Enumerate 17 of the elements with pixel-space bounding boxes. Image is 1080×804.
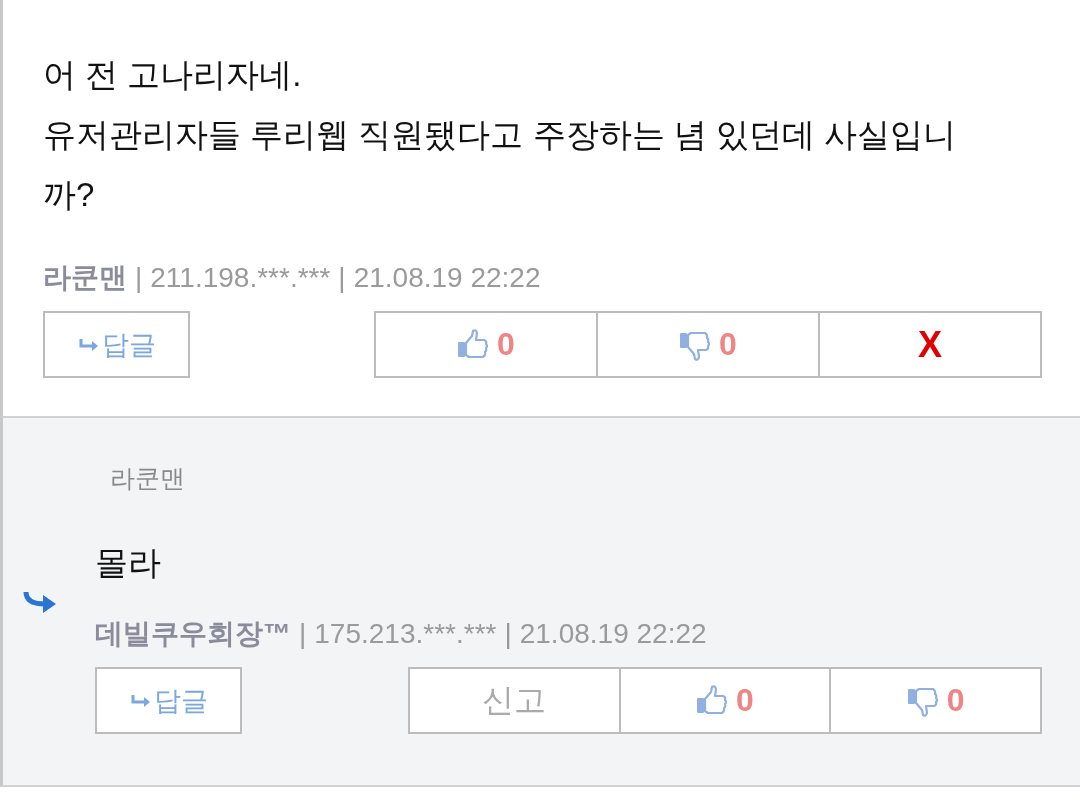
quoted-author: 라쿤맨	[110, 463, 186, 494]
reply-arrow-icon	[129, 693, 152, 708]
ip-address: 175.213.***.***	[314, 618, 497, 650]
reply-arrow-icon	[77, 337, 100, 352]
timestamp: 21.08.19 22:22	[519, 618, 707, 650]
separator: |	[504, 618, 512, 650]
ip-address: 211.198.***.***	[150, 262, 331, 294]
separator: |	[338, 262, 346, 294]
reply-button[interactable]: 답글	[43, 311, 190, 378]
author-name[interactable]: 라쿤맨	[43, 259, 127, 297]
separator: |	[135, 262, 143, 294]
comment-text: 어 전 고나리자네. 유저관리자들 루리웹 직원됐다고 주장하는 념 있던데 사실입니까?	[43, 55, 957, 215]
timestamp: 21.08.19 22:22	[353, 262, 541, 294]
reply-button[interactable]: 답글	[95, 667, 242, 734]
comment-text: 몰라	[95, 543, 162, 583]
separator: |	[299, 618, 307, 650]
author-name[interactable]: 데빌쿠우회장™	[95, 615, 291, 653]
